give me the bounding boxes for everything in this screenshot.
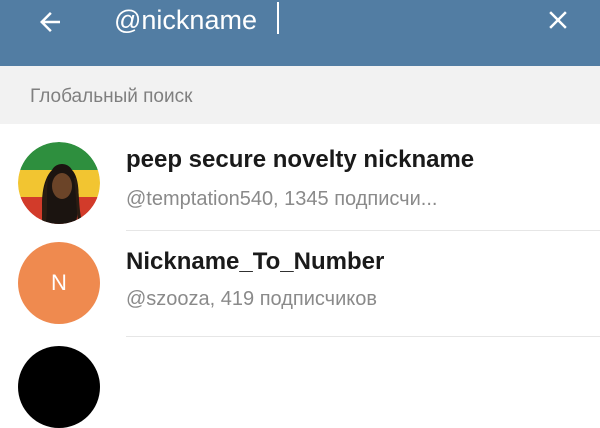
result-name: Nickname_To_Number <box>126 248 385 275</box>
search-result-row[interactable] <box>0 340 600 428</box>
search-result-row[interactable]: peep secure novelty nickname @temptation… <box>0 124 600 232</box>
avatar-initial: N <box>51 270 67 295</box>
back-button[interactable] <box>28 4 72 40</box>
clear-search-button[interactable] <box>536 2 580 38</box>
search-result-row[interactable]: N Nickname_To_Number @szooza, 419 подпис… <box>0 232 600 340</box>
result-subtitle: @temptation540, 1345 подписчи... <box>126 188 438 210</box>
text-cursor <box>277 2 279 34</box>
close-icon <box>549 11 567 29</box>
row-divider <box>126 336 600 337</box>
result-name: peep secure novelty nickname <box>126 146 475 173</box>
search-toolbar <box>0 0 600 66</box>
search-input[interactable] <box>114 0 514 40</box>
rasta-portrait-image <box>18 142 100 224</box>
avatar <box>18 346 100 428</box>
avatar <box>18 142 100 224</box>
row-divider <box>126 230 600 231</box>
arrow-left-icon <box>40 12 60 32</box>
section-title: Глобальный поиск <box>30 86 193 107</box>
result-subtitle: @szooza, 419 подписчиков <box>126 288 377 310</box>
avatar: N <box>18 242 100 324</box>
